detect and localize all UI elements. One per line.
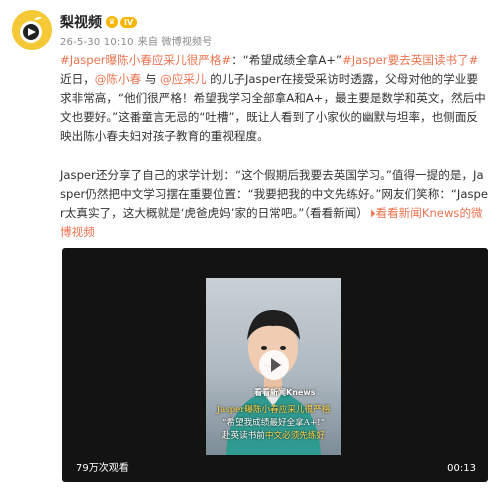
post-date[interactable]: 26-5-30 10:10 [60,37,134,48]
name-row: 梨视频 ♛ IV [60,12,138,32]
username[interactable]: 梨视频 [60,12,102,32]
post-source: 来自 微博视频号 [137,37,213,48]
post-paragraph-1: #Jasper曝陈小春应采儿很严格#：“希望成绩全拿A+”#Jasper要去英国… [60,51,488,146]
avatar[interactable] [12,10,52,50]
caption-segment: 赴英读书前 [221,431,265,441]
video-caption-line-3: 赴英读书前中文必须先练好 [206,430,341,443]
view-count: 79万次观看 [76,463,129,474]
video-player[interactable]: 看看新闻Knews Jasper曝陈小春应采儿很严格 “希望我成绩最好全拿A+!… [62,248,488,482]
text-segment: 与 [141,72,161,86]
video-caption-line-2: “希望我成绩最好全拿A+!” [222,418,325,428]
video-caption-line-1: Jasper曝陈小春应采儿很严格 [216,405,331,415]
post-meta: 26-5-30 10:10 来自 微博视频号 [60,33,212,48]
text-segment: ：“希望成绩全拿A+” [231,53,343,67]
topic-tag[interactable]: #Jasper要去英国读书了# [342,53,478,67]
weibo-post-card: 梨视频 ♛ IV 26-5-30 10:10 来自 微博视频号 #Jasper曝陈… [0,0,500,492]
video-frame[interactable]: 看看新闻Knews Jasper曝陈小春应采儿很严格 “希望我成绩最好全拿A+!… [206,278,341,455]
pear-video-logo-icon [12,10,52,50]
mention-link[interactable]: @陈小春 [95,72,141,86]
caption-segment-highlight: 中文必须先练好 [264,431,326,441]
video-duration: 00:13 [447,463,476,474]
watermark: 看看新闻Knews [254,388,316,397]
crown-icon: ♛ [106,16,118,28]
vip-badge[interactable]: ♛ IV [106,16,138,28]
text-segment: 近日， [60,72,95,86]
play-icon[interactable] [259,350,289,380]
post-paragraph-2: Jasper还分享了自己的求学计划：“这个假期后我要去英国学习。”值得一提的是，… [60,166,488,242]
mention-link[interactable]: @应采儿 [160,72,206,86]
vip-level: IV [120,16,138,28]
topic-tag[interactable]: #Jasper曝陈小春应采儿很严格# [60,53,231,67]
